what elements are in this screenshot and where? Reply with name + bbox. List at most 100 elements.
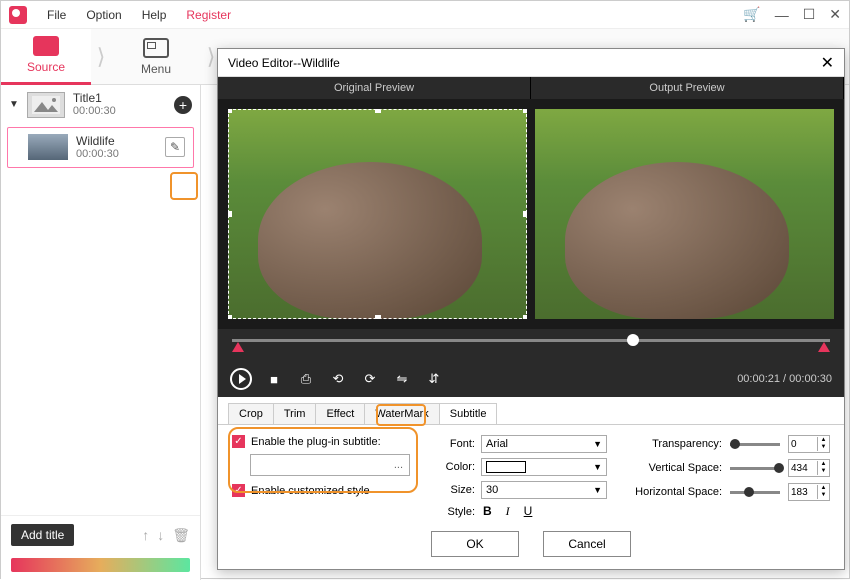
flip-h-button[interactable]: ⇋ [392,369,412,389]
source-icon [33,36,59,56]
trash-icon[interactable]: 🗑 [172,527,190,544]
subtitle-panel: ✓ Enable the plug-in subtitle: ... ✓ Ena… [218,425,844,523]
snapshot-button[interactable]: ⎙ [296,369,316,389]
menu-file[interactable]: File [37,8,76,22]
hspace-label: Horizontal Space: [627,486,722,498]
edit-clip-button[interactable]: ✎ [165,137,185,157]
enable-plugin-label: Enable the plug-in subtitle: [251,436,381,448]
transparency-spinner[interactable]: ▲▼ [788,435,830,453]
close-icon[interactable]: ✕ [829,6,841,23]
output-preview-label: Output Preview [531,77,844,99]
chevron-right-icon: ⟩ [91,29,111,85]
timeline-bar [11,558,190,572]
play-button[interactable] [230,368,252,390]
add-title-button[interactable]: Add title [11,524,74,546]
seek-thumb[interactable] [627,334,639,346]
bold-button[interactable]: B [483,504,492,519]
font-select[interactable]: Arial ▼ [481,435,607,453]
maximize-icon[interactable]: ☐ [803,6,816,23]
output-preview [535,109,834,319]
vspace-label: Vertical Space: [627,462,722,474]
color-label: Color: [437,461,475,473]
crop-handles[interactable] [228,109,527,319]
tab-effect[interactable]: Effect [315,403,365,424]
tab-watermark[interactable]: WaterMark [364,403,439,424]
tab-crop[interactable]: Crop [228,403,274,424]
hspace-value[interactable] [789,487,817,498]
title-name: Title1 [73,91,166,105]
enable-custom-checkbox[interactable]: ✓ [232,484,245,497]
seek-bar[interactable] [218,329,844,361]
vspace-slider[interactable] [730,467,780,470]
spin-down-icon[interactable]: ▼ [818,492,829,499]
menu-register[interactable]: Register [176,8,241,22]
transparency-label: Transparency: [627,438,722,450]
clip-name: Wildlife [76,134,157,148]
cart-icon[interactable]: 🛒 [743,6,760,23]
title-thumb [27,92,65,118]
clip-thumb [28,134,68,160]
font-value: Arial [486,438,508,450]
color-select[interactable]: ▼ [481,458,607,476]
spin-up-icon[interactable]: ▲ [818,437,829,444]
vspace-value[interactable] [789,463,817,474]
editor-close-button[interactable]: ✕ [821,53,834,73]
dialog-buttons: OK Cancel [218,523,844,569]
editor-titlebar: Video Editor--Wildlife ✕ [218,49,844,77]
tab-trim[interactable]: Trim [273,403,317,424]
tab-source[interactable]: Source [1,29,91,85]
italic-button[interactable]: I [506,504,510,519]
trim-end-marker[interactable] [818,342,830,352]
ok-button[interactable]: OK [431,531,519,557]
original-preview-label: Original Preview [218,77,531,99]
editor-title: Video Editor--Wildlife [228,56,340,70]
time-readout: 00:00:21 / 00:00:30 [737,373,832,385]
menu-option[interactable]: Option [76,8,131,22]
preview-header: Original Preview Output Preview [218,77,844,99]
tab-subtitle[interactable]: Subtitle [439,403,498,424]
tab-menu[interactable]: Menu [111,29,201,85]
rotate-right-button[interactable]: ⟳ [360,369,380,389]
app-logo-icon [9,6,27,24]
clip-duration: 00:00:30 [76,148,157,161]
stop-button[interactable]: ■ [264,369,284,389]
flip-v-button[interactable]: ⇵ [424,369,444,389]
player-controls: ■ ⎙ ⟲ ⟳ ⇋ ⇵ 00:00:21 / 00:00:30 [218,361,844,397]
hspace-spinner[interactable]: ▲▼ [788,483,830,501]
style-label: Style: [437,506,475,518]
enable-plugin-checkbox[interactable]: ✓ [232,435,245,448]
clip-item[interactable]: Wildlife 00:00:30 ✎ [7,127,194,169]
rotate-left-button[interactable]: ⟲ [328,369,348,389]
move-up-icon[interactable]: ↑ [142,527,149,544]
color-swatch [486,461,526,473]
underline-button[interactable]: U [524,504,533,519]
hspace-slider[interactable] [730,491,780,494]
subtitle-file-input[interactable]: ... [250,454,410,476]
tab-source-label: Source [27,60,65,74]
vspace-spinner[interactable]: ▲▼ [788,459,830,477]
source-panel: ▼ Title1 00:00:30 + Wildlife 00:00:30 ✎ … [1,85,201,580]
transparency-slider[interactable] [730,443,780,446]
original-preview[interactable] [228,109,527,319]
add-clip-button[interactable]: + [174,96,192,114]
preview-area [218,99,844,329]
spin-up-icon[interactable]: ▲ [818,461,829,468]
browse-ellipsis: ... [394,459,403,471]
size-label: Size: [437,484,475,496]
spin-up-icon[interactable]: ▲ [818,485,829,492]
trim-start-marker[interactable] [232,342,244,352]
spin-down-icon[interactable]: ▼ [818,468,829,475]
minimize-icon[interactable]: — [775,7,789,23]
spin-down-icon[interactable]: ▼ [818,444,829,451]
size-select[interactable]: 30 ▼ [481,481,607,499]
title-item[interactable]: ▼ Title1 00:00:30 + [1,85,200,125]
title-duration: 00:00:30 [73,105,166,118]
size-value: 30 [486,484,498,496]
move-down-icon[interactable]: ↓ [157,527,164,544]
transparency-value[interactable] [789,439,817,450]
edit-tabs: Crop Trim Effect WaterMark Subtitle [218,397,844,425]
menu-help[interactable]: Help [132,8,177,22]
disclosure-triangle-icon[interactable]: ▼ [9,99,19,110]
cancel-button[interactable]: Cancel [543,531,631,557]
menu-icon [143,38,169,58]
